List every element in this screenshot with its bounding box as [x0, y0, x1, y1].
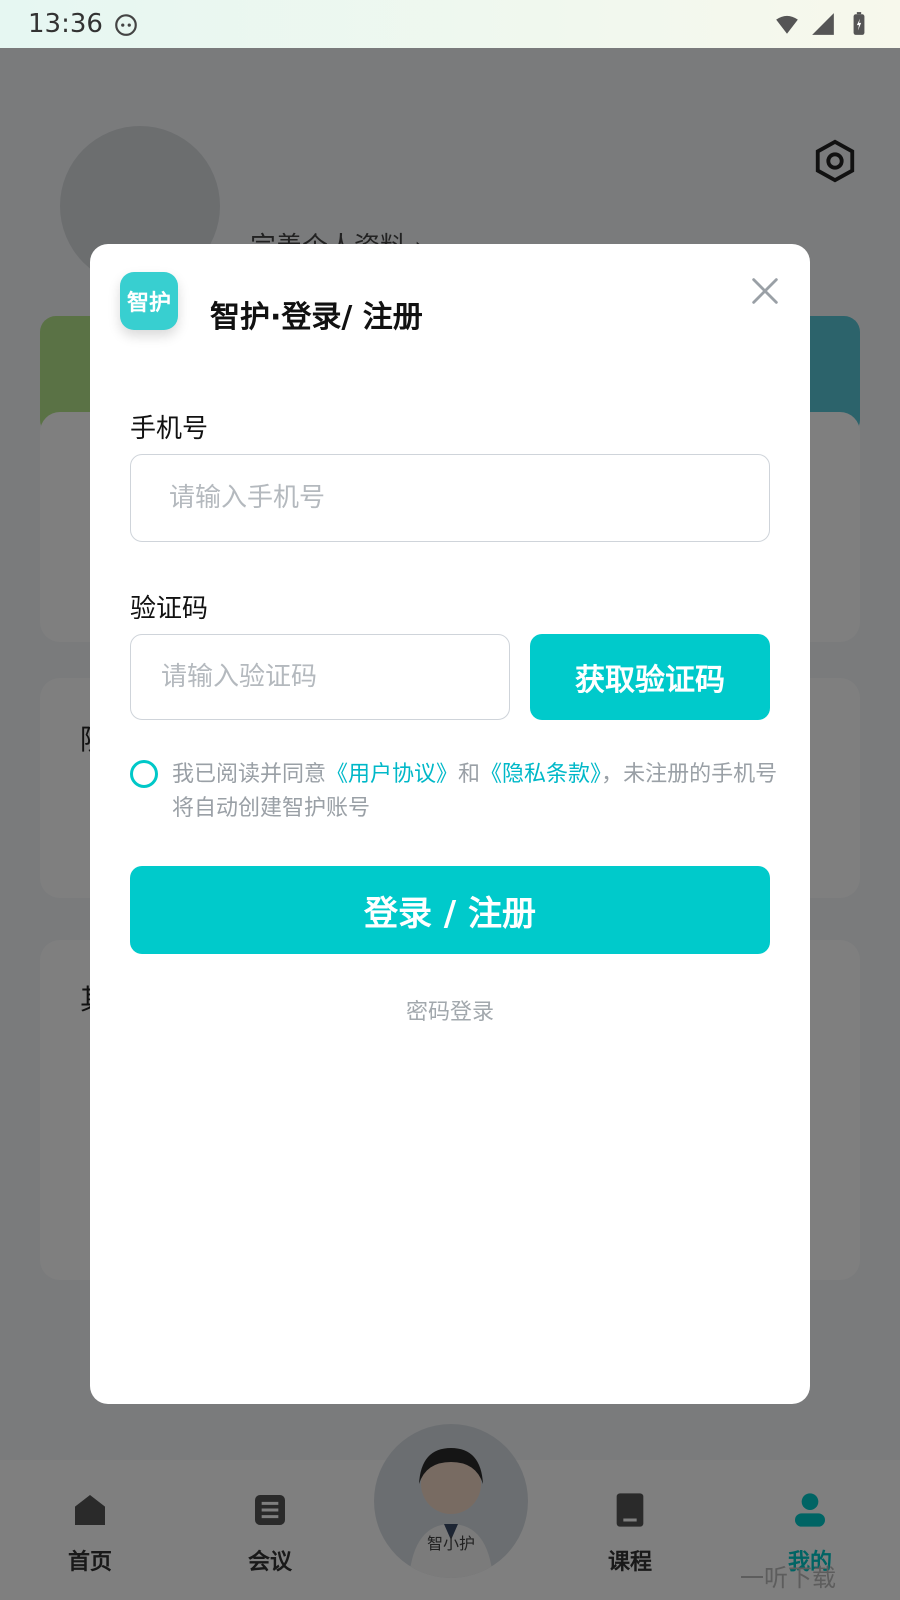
agreement-text: 我已阅读并同意《用户协议》和《隐私条款》，未注册的手机号将自动创建智护账号 — [172, 758, 787, 826]
phone-label: 手机号 — [130, 414, 209, 444]
app-logo: 智护 — [120, 272, 178, 330]
code-label: 验证码 — [130, 594, 209, 624]
battery-icon — [853, 12, 865, 35]
cat-icon — [115, 14, 137, 36]
phone-input[interactable] — [130, 454, 770, 542]
signal-icon — [812, 13, 834, 35]
agree-checkbox[interactable] — [130, 760, 158, 788]
status-bar: 13:36 — [0, 0, 900, 48]
password-login-link[interactable]: 密码登录 — [90, 994, 810, 1026]
get-code-button[interactable]: 获取验证码 — [530, 634, 770, 720]
login-register-button[interactable]: 登录 / 注册 — [130, 866, 770, 954]
status-time: 13:36 — [28, 9, 103, 39]
status-right — [774, 11, 872, 37]
verification-code-input[interactable] — [130, 634, 510, 720]
status-left: 13:36 — [28, 9, 139, 39]
wifi-icon — [776, 15, 798, 34]
privacy-link[interactable]: 《隐私条款》 — [480, 762, 601, 787]
agree-and: 和 — [458, 762, 481, 787]
modal-title: 智护·登录/ 注册 — [210, 300, 423, 335]
agree-prefix: 我已阅读并同意 — [172, 762, 327, 787]
user-agreement-link[interactable]: 《用户协议》 — [326, 762, 458, 787]
login-modal: 智护 智护·登录/ 注册 手机号 验证码 获取验证码 我已阅读并同意《用户协议》… — [90, 244, 810, 1404]
close-icon[interactable] — [748, 274, 782, 308]
